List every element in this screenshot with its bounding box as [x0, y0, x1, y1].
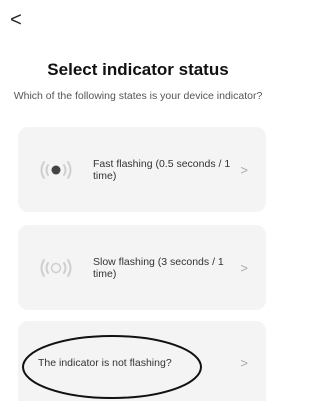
page-title: Select indicator status	[47, 60, 229, 79]
option-label: The indicator is not flashing?	[38, 357, 172, 369]
back-button[interactable]: <	[4, 6, 28, 34]
option-label: Slow flashing (3 seconds / 1 time)	[93, 255, 224, 280]
slow-flash-icon	[40, 258, 72, 277]
option-not-flashing[interactable]: The indicator is not flashing? >	[18, 321, 266, 401]
option-slow-flashing[interactable]: Slow flashing (3 seconds / 1 time) >	[18, 225, 266, 310]
chevron-left-icon: <	[10, 8, 22, 31]
chevron-right-icon: >	[240, 260, 248, 275]
chevron-right-icon: >	[240, 162, 248, 177]
option-fast-flashing[interactable]: Fast flashing (0.5 seconds / 1 time) >	[18, 127, 266, 212]
fast-flash-icon	[40, 160, 72, 179]
chevron-right-icon: >	[240, 355, 248, 371]
option-label: Fast flashing (0.5 seconds / 1 time)	[93, 157, 231, 182]
page-subtitle: Which of the following states is your de…	[13, 90, 263, 102]
